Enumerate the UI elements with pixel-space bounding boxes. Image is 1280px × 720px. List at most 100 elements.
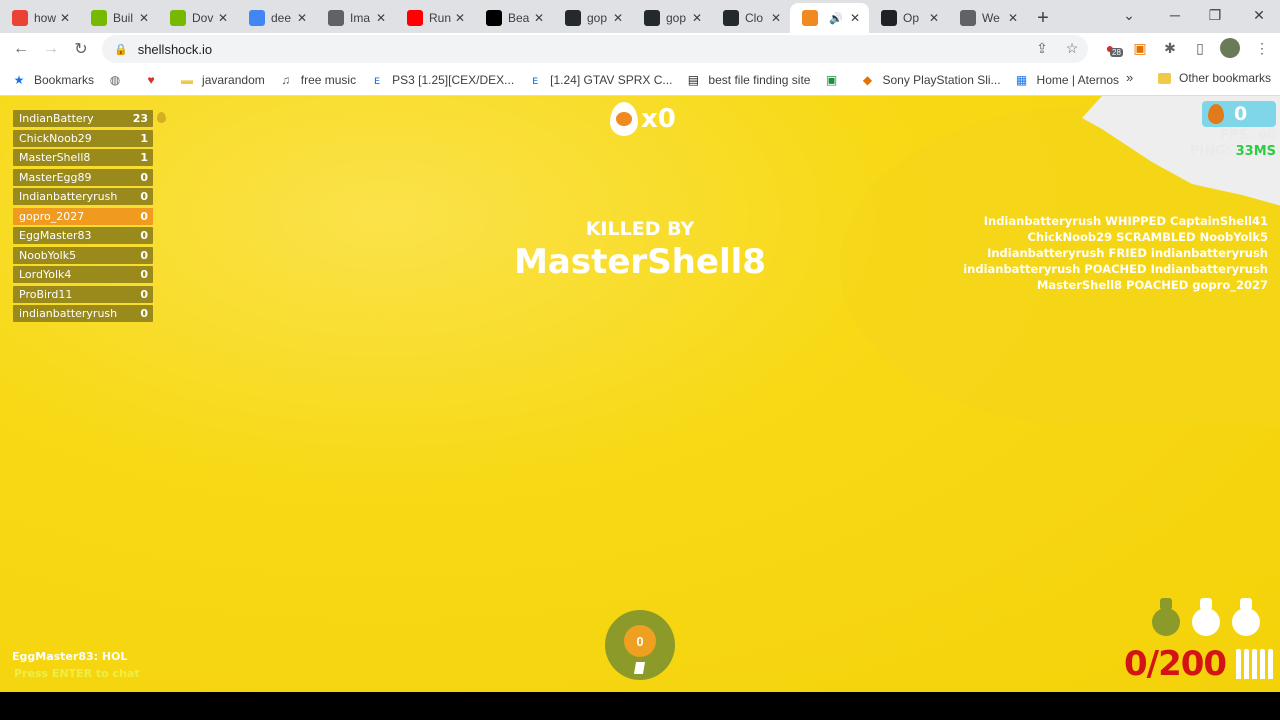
tab-close-icon[interactable]: ✕	[610, 11, 626, 25]
new-tab-button[interactable]: +	[1027, 3, 1059, 33]
bookmark-label: Bookmarks	[34, 73, 95, 87]
bookmark-item[interactable]: ▦ Home | Aternos	[1015, 73, 1119, 87]
bookmark-item[interactable]: ♫ free music	[279, 73, 356, 87]
browser-tab[interactable]: dee ✕	[237, 3, 316, 33]
bookmark-item[interactable]: ♥	[144, 73, 166, 87]
leaderboard-row: ChickNoob29 1	[13, 129, 153, 147]
bookmark-star-icon[interactable]: ☆	[1060, 36, 1084, 60]
browser-tab[interactable]: 🔊 ✕	[790, 3, 869, 33]
tab-close-icon[interactable]: ✕	[57, 11, 73, 25]
player-score: 0	[140, 287, 148, 301]
shellshock-icon	[802, 10, 818, 26]
browser-tab[interactable]: Dov ✕	[158, 3, 237, 33]
tab-title: dee	[271, 11, 292, 25]
bookmark-item[interactable]: ◍	[108, 73, 130, 87]
reload-icon[interactable]: ↻	[66, 34, 96, 64]
tab-title: how	[34, 11, 57, 25]
bookmark-item[interactable]: ◆ Sony PlayStation Sli...	[860, 73, 1001, 87]
tab-title: Run	[429, 11, 452, 25]
kill-feed: Indianbatteryrush WHIPPED CaptainShell41…	[963, 213, 1268, 293]
player-score: 23	[132, 112, 148, 125]
bookmark-label: free music	[300, 73, 357, 87]
player-name: MasterEgg89	[19, 170, 92, 184]
nvidia-icon	[91, 10, 107, 26]
tab-title: Dov	[192, 11, 214, 25]
chat-box[interactable]: EggMaster83: HOL Press ENTER to chat	[12, 648, 140, 682]
url-text: shellshock.io	[137, 41, 213, 57]
extension-icon[interactable]: ●28	[1098, 36, 1123, 60]
youtube-icon	[407, 10, 423, 26]
browser-tab[interactable]: Run ✕	[395, 3, 474, 33]
tab-close-icon[interactable]: ✕	[1005, 11, 1021, 25]
lock-icon: 🔒	[114, 43, 128, 56]
tab-close-icon[interactable]: ✕	[847, 11, 863, 25]
leaderboard-row: LordYolk4 0	[13, 266, 153, 283]
browser-tab[interactable]: gop ✕	[632, 3, 711, 33]
grenade-icon	[1150, 596, 1182, 636]
player-name: indianbatteryrush	[19, 307, 118, 320]
player-score: 0	[140, 307, 148, 320]
browser-tab[interactable]: Op ✕	[869, 3, 948, 33]
tab-close-icon[interactable]: ✕	[215, 11, 231, 25]
extension-2-icon[interactable]: ▣	[1128, 36, 1152, 60]
tab-search-icon[interactable]: ⌄	[1106, 0, 1152, 30]
tab-close-icon[interactable]: ✕	[452, 11, 468, 25]
side-panel-icon[interactable]: ▯	[1188, 36, 1212, 60]
app-icon: ▣	[825, 73, 838, 87]
ping-readout: PING: 33MS	[1190, 144, 1276, 160]
forward-icon[interactable]: →	[36, 34, 66, 64]
back-icon[interactable]: ←	[6, 34, 36, 64]
more-bookmarks-icon[interactable]: »	[1126, 70, 1133, 85]
bookmark-item[interactable]: ᴇ [1.24] GTAV SPRX C...	[528, 73, 672, 87]
browser-tab[interactable]: Clo ✕	[711, 3, 790, 33]
tab-close-icon[interactable]: ✕	[689, 11, 705, 25]
extension-badge: 28	[1110, 48, 1123, 57]
tab-title: gop	[587, 11, 608, 25]
bookmark-item[interactable]: ▣	[824, 73, 846, 87]
tab-close-icon[interactable]: ✕	[373, 11, 389, 25]
tab-close-icon[interactable]: ✕	[926, 11, 942, 25]
tab-close-icon[interactable]: ✕	[768, 11, 784, 25]
other-bookmarks-label: Other bookmarks	[1179, 71, 1272, 85]
close-window-icon[interactable]: ✕	[1236, 0, 1280, 30]
egg-coins: 0	[1202, 101, 1276, 127]
player-score: 0	[140, 248, 148, 262]
leaderboard: IndianBattery 23 ChickNoob29 1 MasterShell8 1…	[13, 110, 153, 325]
tab-close-icon[interactable]: ✕	[136, 11, 152, 25]
address-bar[interactable]: 🔒 shellshock.io	[102, 35, 1088, 63]
bookmark-item[interactable]: ᴇ PS3 [1.25][CEX/DEX...	[370, 73, 514, 87]
bookmark-label: best file finding site	[708, 73, 811, 87]
heart-icon: ♥	[147, 73, 155, 87]
other-bookmarks[interactable]: Other bookmarks	[1158, 71, 1271, 85]
menu-icon[interactable]: ⋮	[1250, 36, 1274, 60]
tab-close-icon[interactable]: ✕	[531, 11, 547, 25]
tab-title: Clo	[745, 11, 764, 25]
leaderboard-row: MasterShell8 1	[13, 149, 153, 166]
bookmark-item[interactable]: ▤ best file finding site	[686, 73, 811, 87]
leaderboard-row: MasterEgg89 0	[13, 168, 153, 186]
restore-icon[interactable]: ❐	[1192, 0, 1238, 30]
grenade-inventory	[1150, 596, 1262, 636]
google-g-colored-icon	[12, 10, 28, 26]
browser-tab[interactable]: how ✕	[0, 3, 79, 33]
browser-tab[interactable]: gop ✕	[553, 3, 632, 33]
bookmark-item[interactable]: ★ Bookmarks	[12, 73, 94, 87]
tab-title: Ima	[350, 11, 371, 25]
grenade-icon	[1190, 596, 1222, 636]
puzzle-icon[interactable]: ✱	[1158, 36, 1182, 60]
kill-streak: x0	[610, 102, 676, 136]
browser-tab[interactable]: We ✕	[948, 3, 1027, 33]
killer-name: MasterShell8	[514, 242, 766, 282]
speaker-icon[interactable]: 🔊	[829, 12, 843, 25]
browser-tab[interactable]: Buil ✕	[79, 3, 158, 33]
profile-avatar-icon[interactable]	[1218, 36, 1242, 60]
browser-tab[interactable]: Bea ✕	[474, 3, 553, 33]
printer-icon: ▤	[687, 73, 700, 87]
share-icon[interactable]: ⇪	[1030, 36, 1054, 60]
leaderboard-row: ProBird11 0	[13, 285, 153, 303]
game-canvas[interactable]: IndianBattery 23 ChickNoob29 1 MasterShell8 1…	[0, 96, 1280, 692]
browser-tab[interactable]: Ima ✕	[316, 3, 395, 33]
tab-title: We	[982, 11, 1000, 25]
bookmark-item[interactable]: ▬ javarandom	[180, 73, 265, 87]
tab-close-icon[interactable]: ✕	[294, 11, 310, 25]
